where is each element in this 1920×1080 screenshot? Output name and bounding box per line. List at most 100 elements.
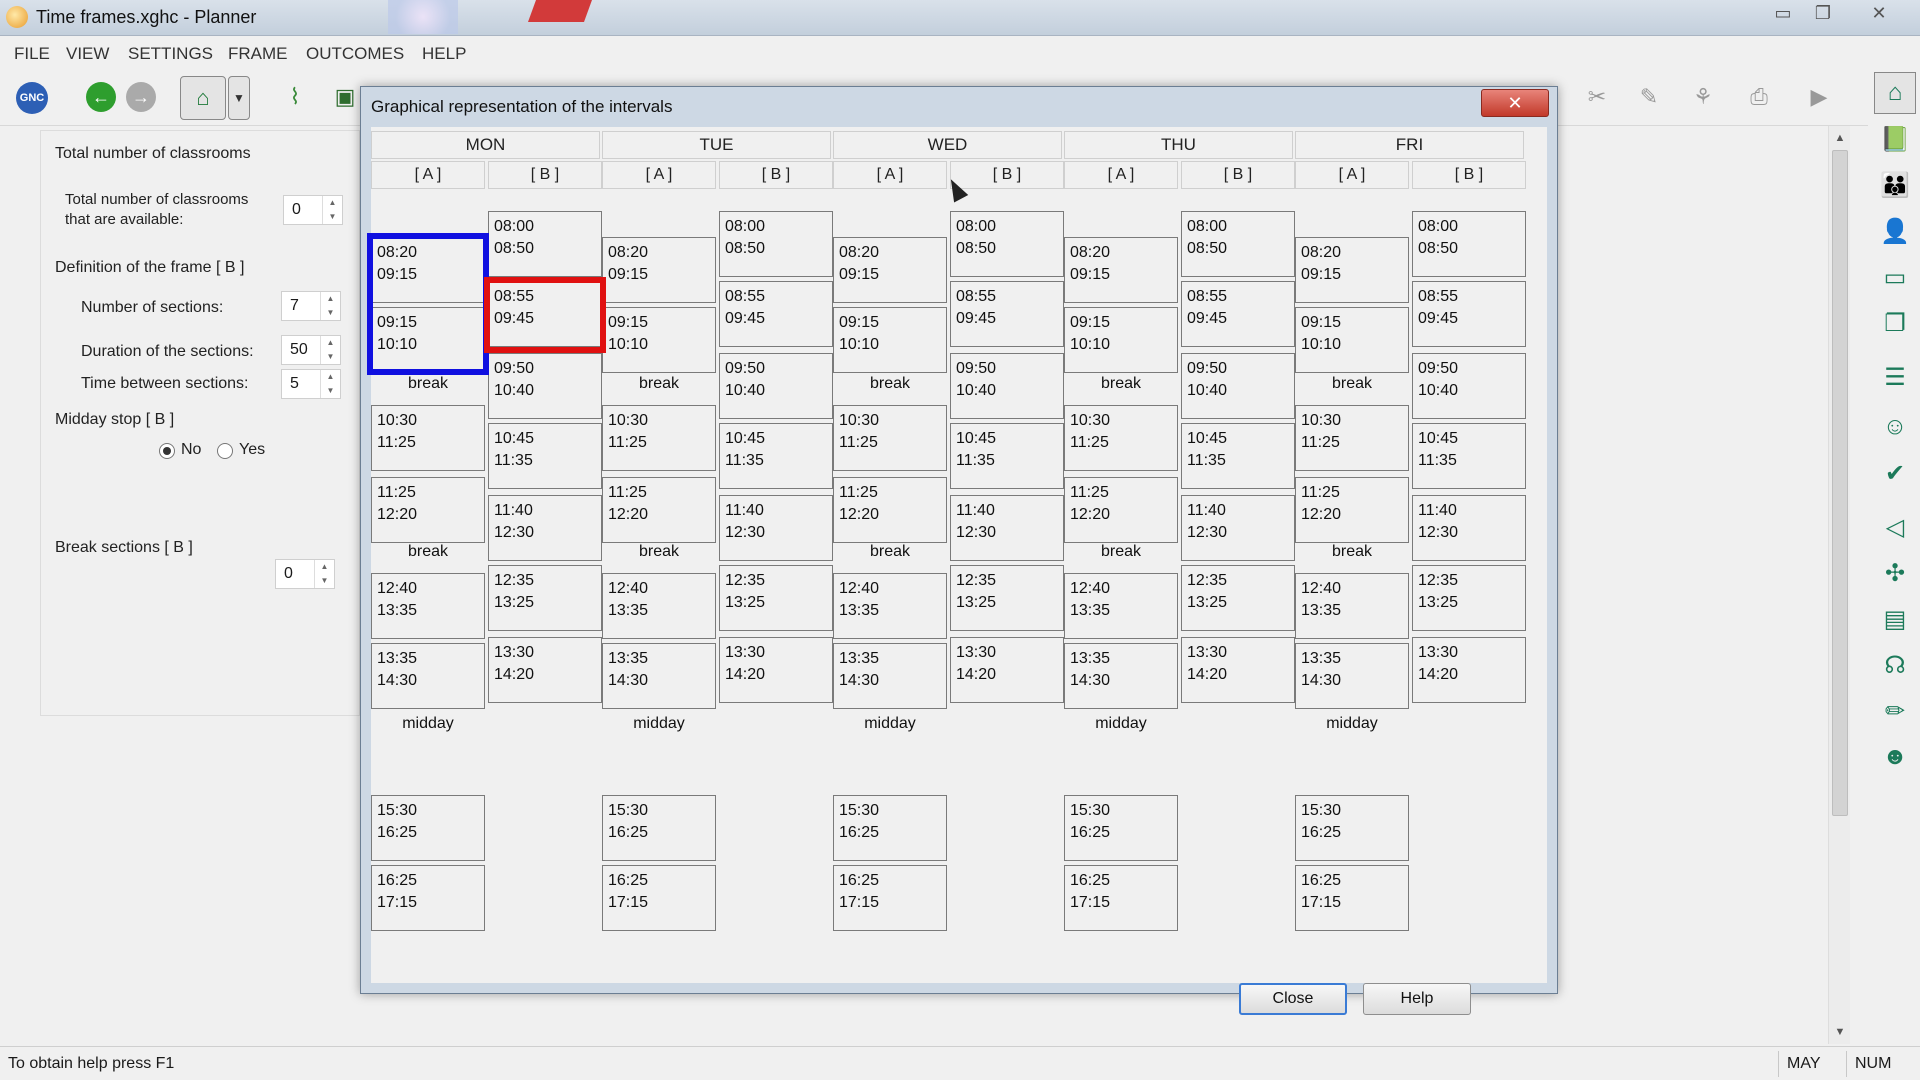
home-icon[interactable]: ⌂ [1874,72,1916,114]
close-button[interactable]: Close [1239,983,1347,1015]
time-slot-cell[interactable]: 10:45 11:35 [719,423,833,489]
scroll-up-icon[interactable]: ▲ [1829,128,1851,148]
stepper-up-icon[interactable]: ▲ [320,336,340,350]
time-slot-cell[interactable]: 13:35 14:30 [1295,643,1409,709]
time-slot-cell[interactable]: 09:15 10:10 [1064,307,1178,373]
time-slot-cell[interactable]: 08:55 09:45 [719,281,833,347]
time-slot-cell[interactable]: 13:30 14:20 [950,637,1064,703]
time-slot-cell[interactable]: 12:40 13:35 [1295,573,1409,639]
time-slot-cell[interactable]: 11:40 12:30 [950,495,1064,561]
time-slot-cell[interactable]: 12:35 13:25 [488,565,602,631]
dialog-close-x-button[interactable]: ✕ [1481,89,1549,117]
menu-view[interactable]: VIEW [66,44,109,64]
break-sections-stepper[interactable]: 0 ▲ ▼ [275,559,335,589]
duration-stepper[interactable]: 50 ▲ ▼ [281,335,341,365]
windows-icon[interactable]: ❐ [1878,306,1912,340]
close-window-button[interactable]: ✕ [1862,2,1896,26]
user-edit-icon[interactable]: ☻ [1878,740,1912,774]
tree-icon[interactable]: ⚘ [1686,80,1720,114]
time-slot-cell[interactable]: 08:00 08:50 [1412,211,1526,277]
time-slot-cell[interactable]: 15:30 16:25 [1295,795,1409,861]
triangle-icon[interactable]: ◁ [1878,510,1912,544]
time-slot-cell[interactable]: 08:55 09:45 [1181,281,1295,347]
time-slot-cell[interactable]: 15:30 16:25 [602,795,716,861]
time-slot-cell[interactable]: 10:30 11:25 [1064,405,1178,471]
time-slot-cell[interactable]: 10:30 11:25 [602,405,716,471]
time-slot-cell[interactable]: 12:35 13:25 [1181,565,1295,631]
forward-arrow-icon[interactable]: → [126,82,156,112]
stepper-up-icon[interactable]: ▲ [320,292,340,306]
stepper-up-icon[interactable]: ▲ [314,560,334,574]
time-slot-cell[interactable]: 11:40 12:30 [719,495,833,561]
play-icon[interactable]: ▶ [1802,80,1836,114]
time-slot-cell[interactable]: 12:40 13:35 [833,573,947,639]
edit-icon[interactable]: ✎ [1632,80,1666,114]
person-icon[interactable]: 👤 [1878,214,1912,248]
menu-frame[interactable]: FRAME [228,44,288,64]
time-slot-cell[interactable]: 08:20 09:15 [602,237,716,303]
time-slot-cell[interactable]: 16:25 17:15 [602,865,716,931]
time-slot-cell[interactable]: 10:45 11:35 [950,423,1064,489]
time-slot-cell[interactable]: 08:00 08:50 [950,211,1064,277]
sections-stepper[interactable]: 7 ▲ ▼ [281,291,341,321]
time-slot-cell[interactable]: 13:35 14:30 [1064,643,1178,709]
time-slot-cell[interactable]: 12:35 13:25 [950,565,1064,631]
profile-icon[interactable]: ☊ [1878,648,1912,682]
time-slot-cell[interactable]: 11:40 12:30 [1412,495,1526,561]
stepper-down-icon[interactable]: ▼ [314,574,334,588]
time-slot-cell[interactable]: 08:20 09:15 [833,237,947,303]
menu-settings[interactable]: SETTINGS [128,44,213,64]
time-slot-cell[interactable]: 10:30 11:25 [1295,405,1409,471]
time-slot-cell[interactable]: 08:55 09:45 [950,281,1064,347]
smiley-icon[interactable]: ☺ [1878,410,1912,444]
time-slot-cell[interactable]: 12:35 13:25 [1412,565,1526,631]
menu-outcomes[interactable]: OUTCOMES [306,44,404,64]
time-slot-cell[interactable]: 09:50 10:40 [1412,353,1526,419]
maximize-button[interactable]: ❐ [1806,2,1840,26]
books-icon[interactable]: ▤ [1878,602,1912,636]
time-slot-cell[interactable]: 12:40 13:35 [1064,573,1178,639]
stepper-up-icon[interactable]: ▲ [322,196,342,210]
time-slot-cell[interactable]: 09:50 10:40 [488,353,602,419]
time-slot-cell[interactable]: 09:50 10:40 [719,353,833,419]
time-slot-cell[interactable]: 10:30 11:25 [833,405,947,471]
time-slot-cell[interactable]: 09:50 10:40 [1181,353,1295,419]
time-slot-cell[interactable]: 11:25 12:20 [1295,477,1409,543]
time-slot-cell[interactable]: 08:00 08:50 [1181,211,1295,277]
chevron-down-icon[interactable]: ▼ [228,76,250,120]
print-icon[interactable]: ⎙ [1742,80,1776,114]
time-slot-cell[interactable]: 10:45 11:35 [1412,423,1526,489]
time-slot-cell[interactable]: 15:30 16:25 [833,795,947,861]
time-slot-cell[interactable]: 11:25 12:20 [833,477,947,543]
time-slot-cell[interactable]: 11:40 12:30 [1181,495,1295,561]
time-slot-cell[interactable]: 11:25 12:20 [1064,477,1178,543]
time-slot-cell[interactable]: 09:15 10:10 [833,307,947,373]
scroll-thumb[interactable] [1832,150,1848,816]
stepper-up-icon[interactable]: ▲ [320,370,340,384]
home-icon[interactable]: ⌂ [180,76,226,120]
time-slot-cell[interactable]: 15:30 16:25 [1064,795,1178,861]
time-slot-cell[interactable]: 13:35 14:30 [833,643,947,709]
time-slot-cell[interactable]: 08:20 09:15 [1064,237,1178,303]
time-slot-cell[interactable]: 08:00 08:50 [488,211,602,277]
time-slot-cell[interactable]: 16:25 17:15 [1295,865,1409,931]
time-slot-cell[interactable]: 10:45 11:35 [1181,423,1295,489]
book-icon[interactable]: 📗 [1878,122,1912,156]
time-slot-cell[interactable]: 09:15 10:10 [1295,307,1409,373]
stepper-down-icon[interactable]: ▼ [322,210,342,224]
stepper-down-icon[interactable]: ▼ [320,350,340,364]
time-slot-cell[interactable]: 10:30 11:25 [371,405,485,471]
time-slot-cell[interactable]: 13:30 14:20 [1181,637,1295,703]
time-slot-cell[interactable]: 12:40 13:35 [371,573,485,639]
time-slot-cell[interactable]: 08:00 08:50 [719,211,833,277]
attach-icon[interactable]: ⌇ [278,80,312,114]
stack-icon[interactable]: ☰ [1878,360,1912,394]
time-slot-cell[interactable]: 13:35 14:30 [371,643,485,709]
menu-file[interactable]: FILE [14,44,50,64]
back-arrow-icon[interactable]: ← [86,82,116,112]
time-slot-cell[interactable]: 08:20 09:15 [1295,237,1409,303]
group-icon[interactable]: 👪 [1878,168,1912,202]
time-slot-cell[interactable]: 11:25 12:20 [371,477,485,543]
help-button[interactable]: Help [1363,983,1471,1015]
stepper-down-icon[interactable]: ▼ [320,306,340,320]
